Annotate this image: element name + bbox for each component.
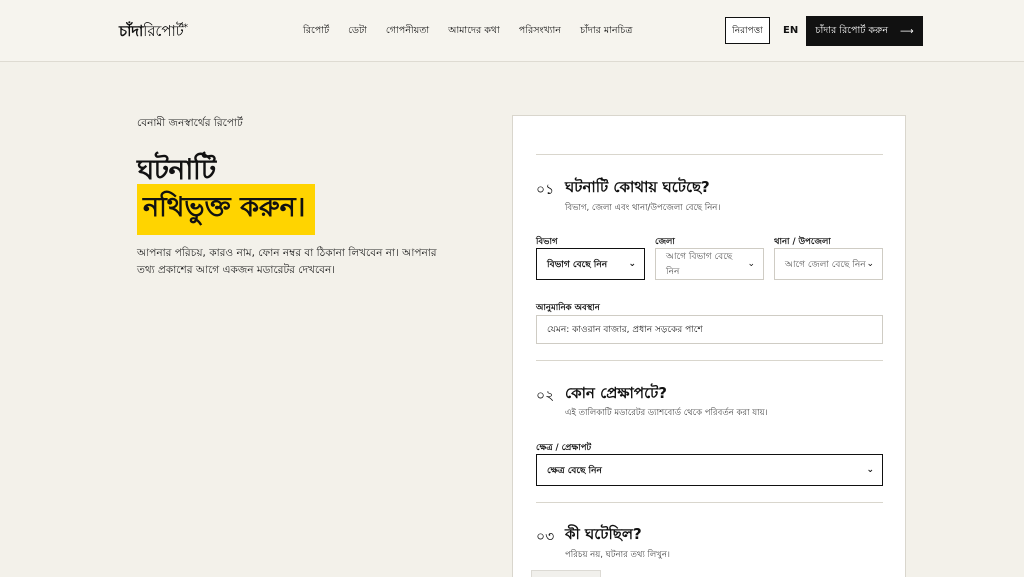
- section2-number: ০২: [536, 388, 555, 404]
- chevron-down-icon: ⌄: [747, 259, 755, 269]
- nav-link-statistics[interactable]: পরিসংখ্যান: [519, 24, 561, 39]
- nav-link-map[interactable]: চাঁদার মানচিত্র: [580, 24, 632, 39]
- hero-intro: আপনার পরিচয়, কারও নাম, ফোন নম্বর বা ঠিক…: [137, 247, 437, 276]
- form-divider: [536, 502, 883, 503]
- district-select[interactable]: আগে বিভাগ বেছে নিন ⌄: [655, 248, 764, 280]
- thana-select[interactable]: আগে জেলা বেছে নিন ⌄: [774, 248, 883, 280]
- section3-number: ০৩: [536, 529, 555, 545]
- section3-title: কী ঘটেছিল?: [565, 525, 642, 543]
- location-label: আনুমানিক অবস্থান: [536, 303, 600, 313]
- division-select[interactable]: বিভাগ বেছে নিন ⌄: [536, 248, 645, 280]
- hero-eyebrow: বেনামী জনস্বার্থের রিপোর্ট: [137, 117, 243, 129]
- section2-title: কোন প্রেক্ষাপটে?: [565, 384, 667, 402]
- form-divider: [536, 154, 883, 155]
- thana-select-value: আগে জেলা বেছে নিন: [785, 259, 866, 270]
- logo[interactable]: চাঁদারিপোর্ট*: [119, 20, 188, 45]
- thana-label: থানা / উপজেলা: [774, 237, 831, 247]
- chevron-down-icon: ⌄: [628, 259, 636, 269]
- report-cta-label: চাঁদার রিপোর্ট করুন: [815, 24, 888, 36]
- nav-link-data[interactable]: ডেটা: [348, 24, 367, 39]
- chevron-down-icon: ⌄: [866, 465, 874, 475]
- top-nav: চাঁদারিপোর্ট* রিপোর্ট ডেটা গোপনীয়তা আমা…: [0, 0, 1024, 62]
- nav-link-privacy[interactable]: গোপনীয়তা: [386, 24, 429, 39]
- section3-subtitle: পরিচয় নয়, ঘটনার তথ্য লিখুন।: [565, 550, 670, 560]
- hero-title-line2: নথিভুক্ত করুন।: [137, 184, 315, 235]
- logo-bold: চাঁদা: [119, 22, 144, 40]
- logo-rest: রিপোর্ট: [143, 22, 184, 40]
- nav-link-about[interactable]: আমাদের কথা: [448, 24, 500, 39]
- arrow-right-icon: ⟶: [900, 25, 914, 37]
- district-select-value: আগে বিভাগ বেছে নিন: [666, 252, 733, 277]
- hero-title-highlight: নথিভুক্ত করুন।: [143, 192, 306, 223]
- logo-mark: *: [183, 23, 188, 33]
- section1-subtitle: বিভাগ, জেলা এবং থানা/উপজেলা বেছে নিন।: [565, 203, 721, 213]
- nav-links: রিপোর্ট ডেটা গোপনীয়তা আমাদের কথা পরিসংখ…: [303, 24, 632, 39]
- safety-button[interactable]: নিরাপত্তা: [725, 17, 770, 44]
- sector-select-value: ক্ষেত্র বেছে নিন: [547, 465, 602, 476]
- location-input[interactable]: যেমন: কাওরান বাজার, প্রধান সড়কের পাশে: [536, 315, 883, 344]
- section1-number: ০১: [536, 182, 555, 198]
- division-select-value: বিভাগ বেছে নিন: [547, 259, 608, 270]
- partial-button[interactable]: [531, 570, 601, 577]
- language-toggle[interactable]: EN: [783, 25, 798, 36]
- form-divider: [536, 360, 883, 361]
- division-label: বিভাগ: [536, 237, 558, 247]
- location-input-placeholder: যেমন: কাওরান বাজার, প্রধান সড়কের পাশে: [547, 325, 703, 335]
- report-cta-button[interactable]: চাঁদার রিপোর্ট করুন ⟶: [806, 16, 923, 46]
- chevron-down-icon: ⌄: [866, 259, 874, 269]
- section2-subtitle: এই তালিকাটি মডারেটর ড্যাশবোর্ড থেকে পরিব…: [565, 408, 768, 418]
- district-label: জেলা: [655, 237, 675, 247]
- nav-link-reports[interactable]: রিপোর্ট: [303, 24, 329, 39]
- section1-title: ঘটনাটি কোথায় ঘটেছে?: [565, 178, 710, 196]
- sector-label: ক্ষেত্র / প্রেক্ষাপট: [536, 443, 592, 453]
- sector-select[interactable]: ক্ষেত্র বেছে নিন ⌄: [536, 454, 883, 486]
